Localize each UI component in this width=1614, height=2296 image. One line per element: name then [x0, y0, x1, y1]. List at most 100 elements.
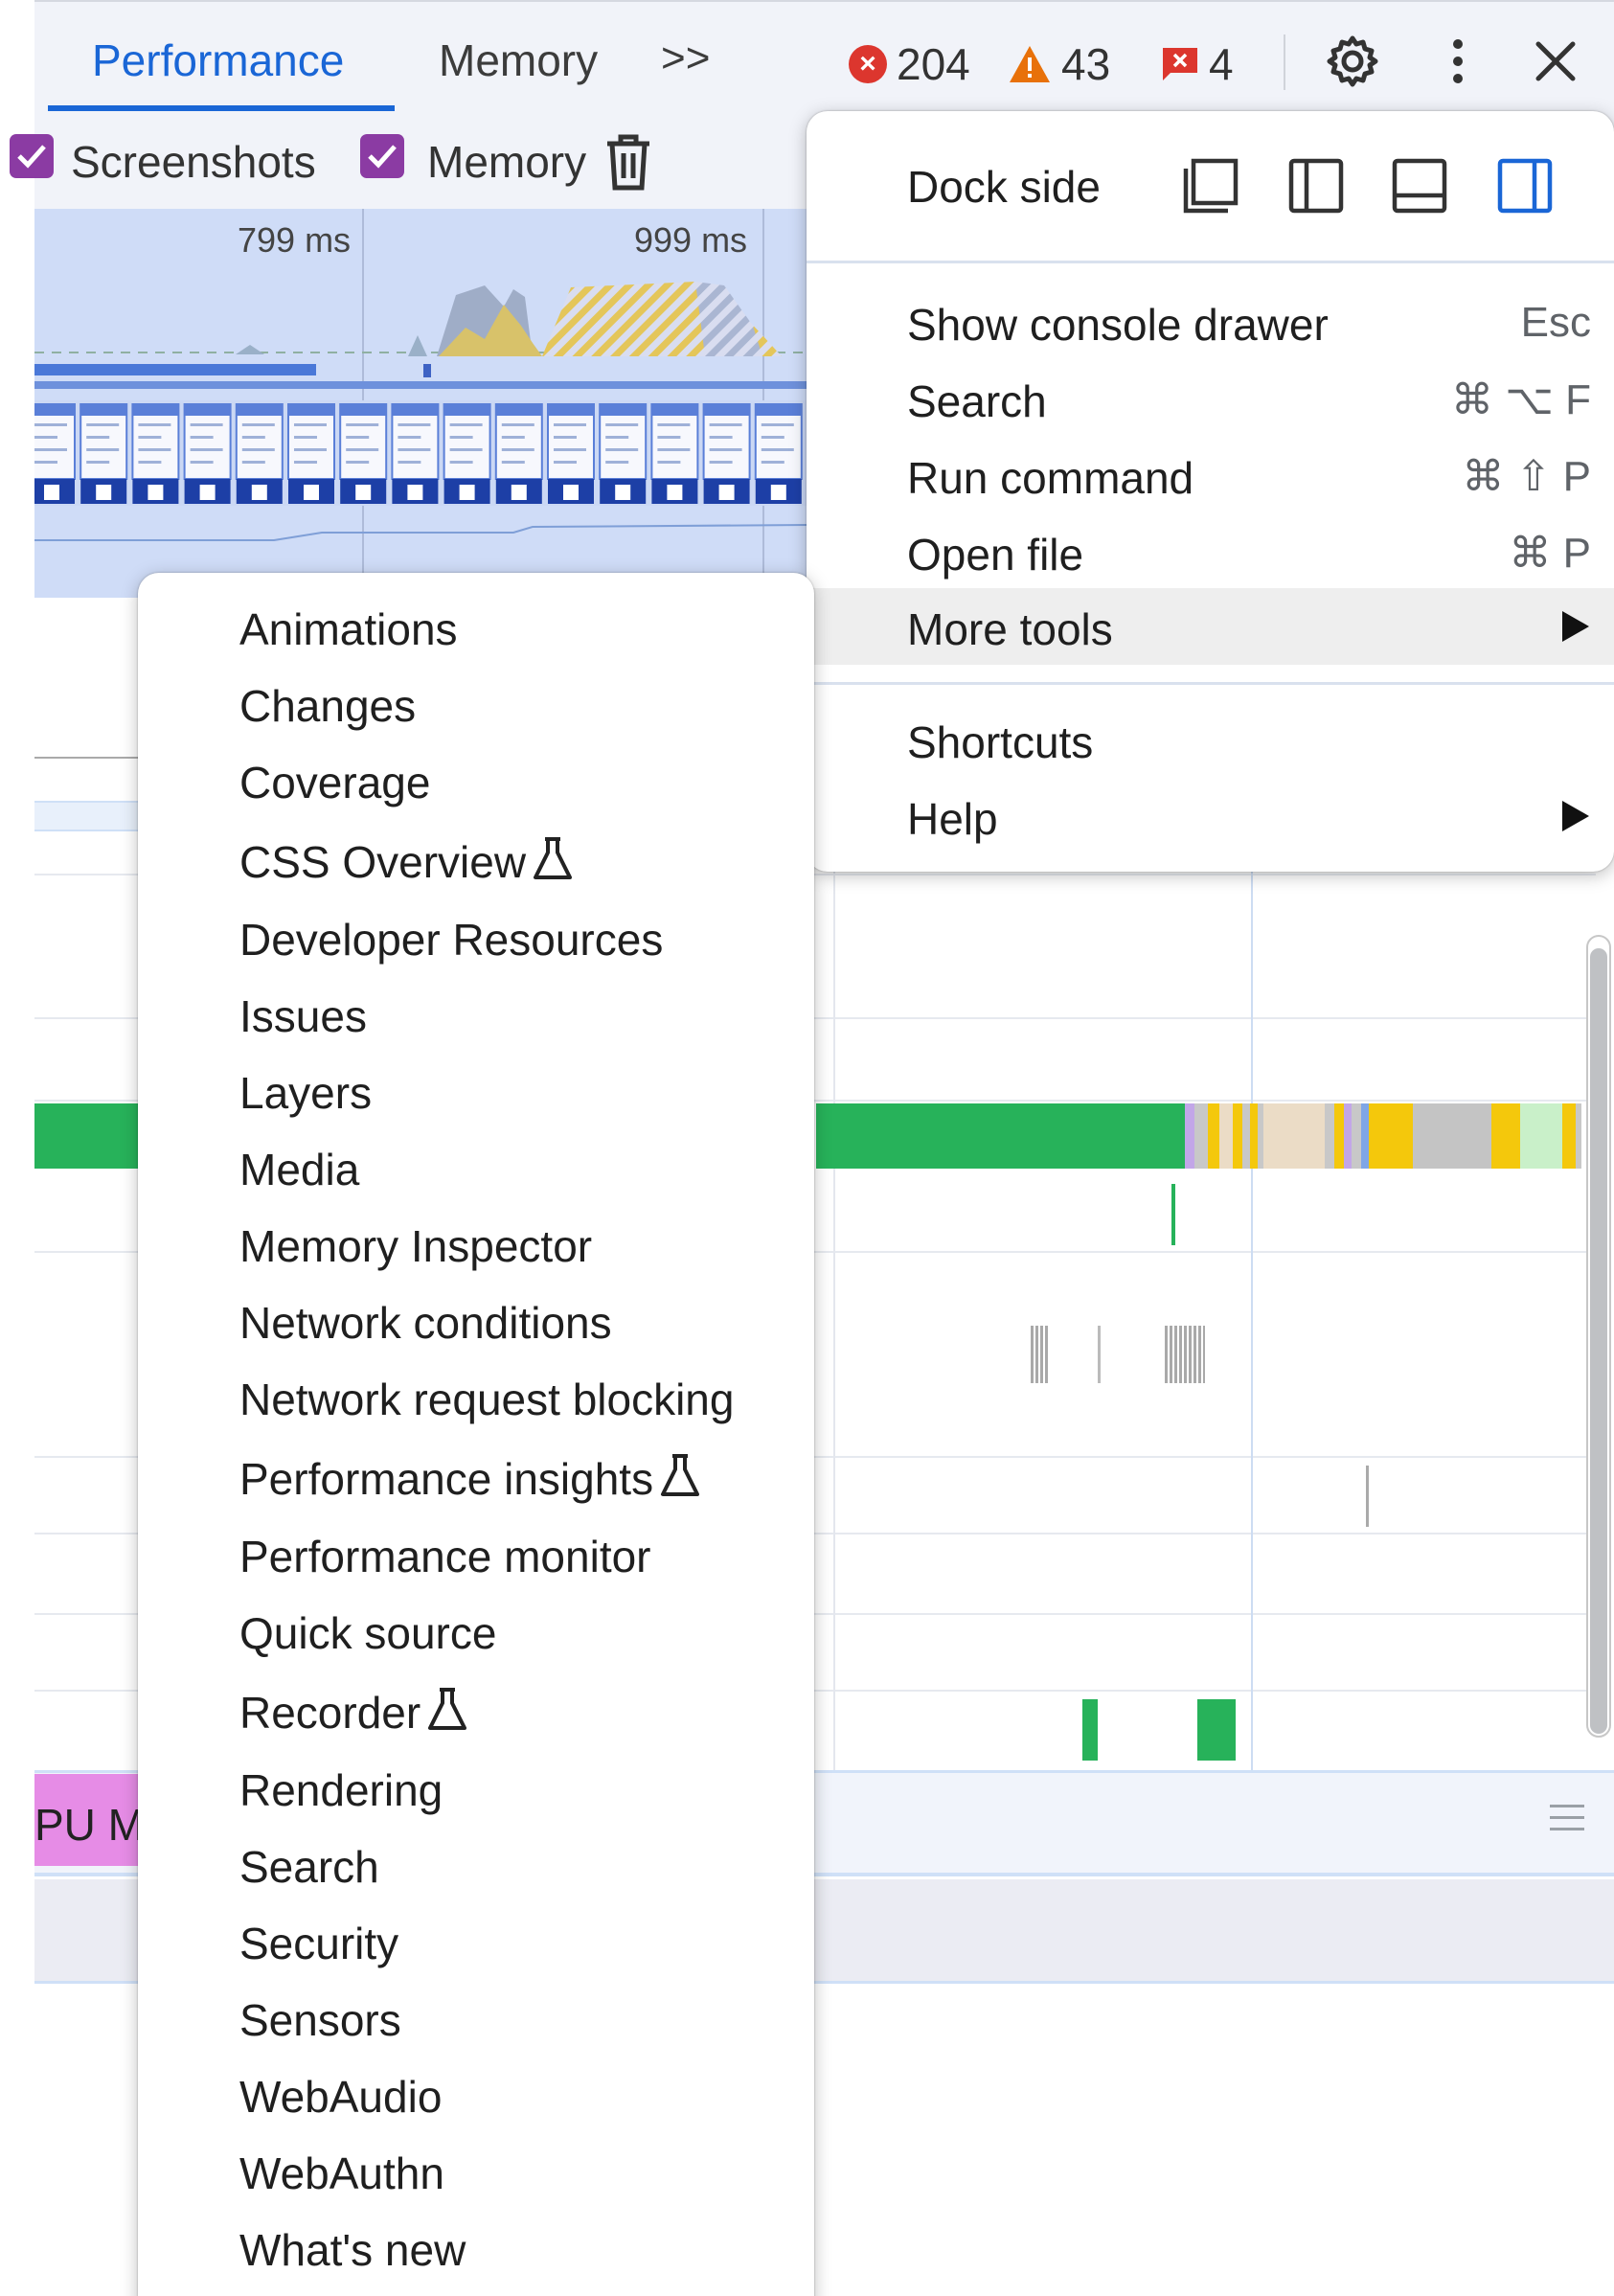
submenu-item-performance-monitor[interactable]: Performance monitor	[138, 1519, 814, 1596]
task-segment[interactable]	[1576, 1103, 1581, 1169]
menu-item-shortcuts[interactable]: Shortcuts	[807, 701, 1614, 778]
task-segment[interactable]	[1334, 1103, 1344, 1169]
grid-line	[833, 868, 835, 1772]
task-segment[interactable]	[1361, 1103, 1369, 1169]
task-segment[interactable]	[1352, 1103, 1361, 1169]
memory-label: Memory	[427, 137, 587, 187]
menu-item-run-command[interactable]: Run command ⌘ ⇧ P	[807, 437, 1614, 513]
issues-counter[interactable]: 4	[1161, 38, 1234, 90]
task-segment[interactable]	[1208, 1103, 1219, 1169]
submenu-item-css-overview[interactable]: CSS Overview	[138, 824, 814, 900]
event-marker[interactable]	[1197, 1699, 1236, 1761]
menu-item-shortcut: ⌘ ⌥ F	[1450, 376, 1591, 423]
submenu-item-quick-source[interactable]: Quick source	[138, 1596, 814, 1672]
screenshots-checkbox[interactable]	[10, 134, 54, 178]
menu-item-more-tools[interactable]: More tools	[807, 588, 1614, 665]
network-track-bar	[34, 364, 316, 375]
dock-bottom-icon[interactable]	[1389, 155, 1450, 216]
submenu-item-animations[interactable]: Animations	[138, 592, 814, 669]
submenu-item-changes[interactable]: Changes	[138, 669, 814, 745]
menu-item-label: Open file	[907, 530, 1084, 580]
dock-right-icon[interactable]	[1494, 155, 1556, 216]
event-marker[interactable]	[1366, 1466, 1369, 1527]
event-marker[interactable]	[1171, 1184, 1175, 1245]
submenu-item-label: Recorder	[239, 1688, 421, 1738]
task-segment[interactable]	[1219, 1103, 1233, 1169]
submenu-item-label: CSS Overview	[239, 837, 527, 887]
submenu-item-label: Security	[239, 1919, 399, 1968]
main-thread-task[interactable]	[816, 1103, 1185, 1169]
dock-side-label: Dock side	[907, 162, 1101, 212]
experimental-flask-icon	[534, 837, 573, 879]
submenu-item-recorder[interactable]: Recorder	[138, 1674, 814, 1751]
task-segment[interactable]	[1491, 1103, 1520, 1169]
task-segment[interactable]	[1325, 1103, 1334, 1169]
submenu-item-network-conditions[interactable]: Network conditions	[138, 1285, 814, 1362]
submenu-item-webaudio[interactable]: WebAudio	[138, 2059, 814, 2136]
task-segment[interactable]	[1263, 1103, 1325, 1169]
submenu-item-media[interactable]: Media	[138, 1132, 814, 1209]
more-options-kebab-icon[interactable]	[1427, 31, 1489, 92]
task-segment[interactable]	[1242, 1103, 1250, 1169]
submenu-item-security[interactable]: Security	[138, 1906, 814, 1983]
submenu-item-whats-new[interactable]: What's new	[138, 2213, 814, 2289]
track-header	[34, 801, 140, 831]
memory-checkbox[interactable]	[360, 134, 404, 178]
experimental-flask-icon	[428, 1688, 467, 1730]
submenu-item-label: Quick source	[239, 1608, 497, 1658]
submenu-item-coverage[interactable]: Coverage	[138, 745, 814, 822]
event-marker[interactable]	[1098, 1326, 1101, 1383]
task-segment[interactable]	[1520, 1103, 1562, 1169]
scrollbar-thumb[interactable]	[1590, 948, 1607, 1734]
submenu-item-network-request-blocking[interactable]: Network request blocking	[138, 1362, 814, 1439]
warning-counter[interactable]: 43	[1008, 38, 1110, 90]
error-counter[interactable]: × 204	[849, 38, 970, 90]
submenu-item-performance-insights[interactable]: Performance insights	[138, 1441, 814, 1517]
task-segment[interactable]	[1562, 1103, 1576, 1169]
task-segment[interactable]	[1185, 1103, 1194, 1169]
submenu-item-sensors[interactable]: Sensors	[138, 1983, 814, 2059]
track-divider	[34, 757, 140, 759]
task-segment[interactable]	[1194, 1103, 1208, 1169]
submenu-item-label: Performance insights	[239, 1454, 654, 1504]
menu-item-label: Help	[907, 794, 998, 844]
drag-handle-icon[interactable]	[1550, 1805, 1584, 1839]
submenu-item-label: What's new	[239, 2225, 466, 2275]
trash-icon[interactable]	[602, 132, 655, 192]
panel-tab-bar: Performance Memory >> × 204 43 4	[34, 0, 1614, 113]
submenu-item-issues[interactable]: Issues	[138, 979, 814, 1056]
submenu-item-rendering[interactable]: Rendering	[138, 1753, 814, 1830]
submenu-item-search[interactable]: Search	[138, 1830, 814, 1906]
menu-item-open-file[interactable]: Open file ⌘ P	[807, 513, 1614, 590]
submenu-item-label: WebAuthn	[239, 2148, 444, 2198]
issues-count: 4	[1209, 39, 1234, 89]
menu-item-label: Search	[907, 376, 1047, 426]
tab-performance[interactable]: Performance	[92, 34, 344, 86]
menu-item-help[interactable]: Help	[807, 778, 1614, 854]
task-segment[interactable]	[1233, 1103, 1242, 1169]
task-segment[interactable]	[1413, 1103, 1491, 1169]
event-marker[interactable]	[1165, 1326, 1205, 1383]
submenu-item-label: Issues	[239, 991, 367, 1041]
submenu-item-developer-resources[interactable]: Developer Resources	[138, 902, 814, 979]
submenu-item-memory-inspector[interactable]: Memory Inspector	[138, 1209, 814, 1285]
menu-item-shortcut: Esc	[1520, 299, 1591, 346]
submenu-item-webauthn[interactable]: WebAuthn	[138, 2136, 814, 2213]
submenu-item-label: Changes	[239, 681, 417, 731]
main-thread-task[interactable]	[34, 1103, 140, 1169]
event-marker[interactable]	[1031, 1326, 1048, 1383]
event-marker[interactable]	[1082, 1699, 1098, 1761]
close-devtools-icon[interactable]	[1525, 31, 1586, 92]
menu-item-search[interactable]: Search ⌘ ⌥ F	[807, 360, 1614, 437]
undock-window-icon[interactable]	[1180, 155, 1241, 216]
task-segment[interactable]	[1344, 1103, 1352, 1169]
submenu-item-label: WebAudio	[239, 2072, 443, 2122]
task-segment[interactable]	[1369, 1103, 1413, 1169]
task-segment[interactable]	[1250, 1103, 1258, 1169]
menu-item-show-console-drawer[interactable]: Show console drawer Esc	[807, 284, 1614, 360]
submenu-item-layers[interactable]: Layers	[138, 1056, 814, 1132]
dock-left-icon[interactable]	[1285, 155, 1347, 216]
more-tabs-chevron-icon[interactable]: >>	[661, 34, 710, 82]
tab-memory[interactable]: Memory	[439, 34, 598, 86]
settings-gear-icon[interactable]	[1322, 31, 1383, 92]
